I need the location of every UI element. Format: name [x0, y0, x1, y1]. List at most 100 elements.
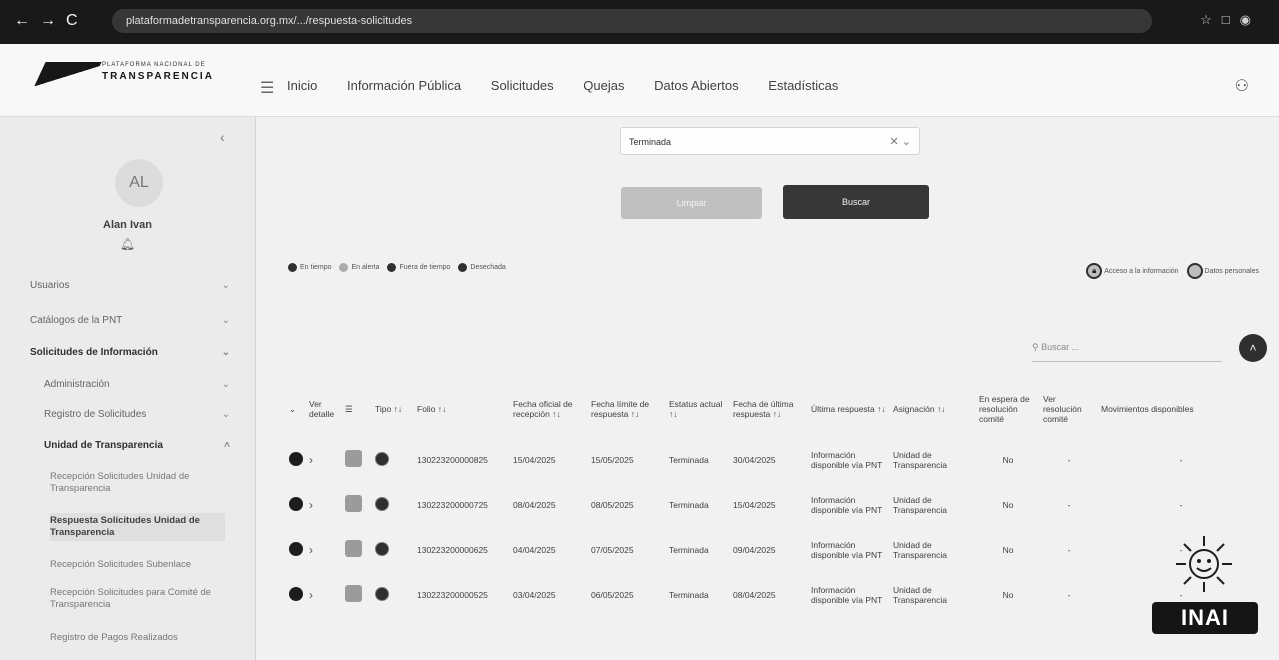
cell-respuesta: Información disponible vía PNT	[811, 449, 883, 470]
cell-folio: 130223200000625	[417, 544, 488, 555]
notifications-bell-icon[interactable]: 🔔︎	[0, 237, 255, 251]
dot-icon	[339, 263, 349, 272]
dot-icon	[288, 263, 297, 272]
type-icon	[375, 496, 389, 511]
status-dot-icon	[289, 586, 303, 601]
chevron-down-icon: ⌄	[221, 347, 230, 358]
pnt-logo[interactable]: PLATAFORMA NACIONAL DE TRANSPARENCIA	[34, 58, 240, 98]
browser-toolbar: ←→C plataformadetransparencia.org.mx/...…	[0, 0, 1279, 44]
menu-item-estadisticas[interactable]: Estadísticas	[768, 78, 838, 93]
header-fecha-ultima[interactable]: Fecha de última respuesta ↑↓	[730, 381, 808, 437]
user-name: Alan Ivan	[103, 219, 152, 231]
sidebar-subitem-recepcion-ut[interactable]: Recepción Solicitudes Unidad de Transpar…	[50, 471, 225, 495]
sidebar-item-solicitudes-informacion[interactable]: Solicitudes de Información ⌄	[30, 347, 230, 358]
document-icon[interactable]	[345, 450, 362, 467]
user-account-icon[interactable]: ⚇	[1235, 76, 1249, 96]
menu-item-quejas[interactable]: Quejas	[583, 78, 624, 93]
sidebar-subitem-registro-pagos[interactable]: Registro de Pagos Realizados	[50, 632, 225, 644]
cell-ultima: 08/04/2025	[733, 589, 776, 600]
header-estatus[interactable]: Estatus actual ↑↓	[666, 381, 730, 437]
person-icon	[1186, 263, 1203, 279]
header-asignacion[interactable]: Asignación ↑↓	[890, 381, 976, 437]
chevron-down-icon: ⌄	[221, 379, 230, 390]
cell-estatus: Terminada	[669, 499, 709, 510]
clear-button[interactable]: Limpiar	[621, 187, 762, 219]
cell-ver-resolucion: -	[1067, 454, 1071, 465]
table-search-input[interactable]: ⚲ Buscar ...	[1032, 333, 1222, 362]
browser-extension-icons[interactable]: ☆□◉	[1200, 12, 1261, 28]
menu-item-informacion-publica[interactable]: Información Pública	[347, 78, 461, 93]
cell-ver-resolucion: -	[1067, 544, 1071, 555]
table-row: › 130223200000825 15/04/2025 15/05/2025 …	[286, 437, 1264, 482]
header-fecha-recepcion[interactable]: Fecha oficial de recepción ↑↓	[510, 381, 588, 437]
chevron-down-icon: ⌄	[221, 315, 230, 326]
cell-folio: 130223200000525	[417, 589, 488, 600]
dot-icon	[458, 263, 468, 272]
menu-item-datos-abiertos[interactable]: Datos Abiertos	[654, 78, 739, 93]
header-movimientos: Movimientos disponibles	[1101, 404, 1194, 414]
header-ultima-respuesta[interactable]: Última respuesta ↑↓	[808, 381, 890, 437]
sidebar-item-label: Unidad de Transparencia	[44, 440, 163, 451]
hamburger-menu-icon[interactable]: ☰	[260, 78, 274, 98]
legend-label: En alerta	[351, 264, 380, 272]
sidebar-item-catalogos[interactable]: Catálogos de la PNT ⌄	[30, 315, 230, 326]
header-tipo[interactable]: Tipo ↑↓	[372, 381, 414, 437]
table-row: › 130223200000525 03/04/2025 06/05/2025 …	[286, 572, 1264, 617]
table-row: › 130223200000725 08/04/2025 08/05/2025 …	[286, 482, 1264, 527]
document-icon[interactable]	[345, 585, 362, 602]
sidebar-item-label: Usuarios	[30, 280, 70, 291]
table-header-row: ⌄ Ver detalle ☰ Tipo ↑↓ Folio ↑↓ Fecha o…	[286, 381, 1264, 437]
search-placeholder: Buscar ...	[1041, 342, 1080, 352]
legend-label: En tiempo	[300, 264, 332, 272]
sidebar-item-administracion[interactable]: Administración ⌄	[44, 379, 230, 390]
sidebar-item-usuarios[interactable]: Usuarios ⌄	[30, 280, 230, 291]
status-dot-icon	[289, 541, 303, 556]
main-content: Terminada ✕ ⌄ Limpiar Buscar En tiempo E…	[256, 117, 1279, 660]
status-legend: En tiempo En alerta Fuera de tiempo Dese…	[288, 263, 512, 272]
cell-estatus: Terminada	[669, 544, 709, 555]
header-espera-comite: En espera de resolución comité	[979, 394, 1030, 424]
expand-row-icon[interactable]: ›	[309, 588, 313, 602]
browser-nav-icons[interactable]: ←→C	[14, 12, 88, 30]
cell-asignacion: Unidad de Transparencia	[893, 449, 948, 470]
expand-row-icon[interactable]: ›	[309, 543, 313, 557]
address-bar[interactable]: plataformadetransparencia.org.mx/.../res…	[112, 9, 1152, 33]
cell-limite: 07/05/2025	[591, 544, 634, 555]
cell-limite: 15/05/2025	[591, 454, 634, 465]
cell-estatus: Terminada	[669, 454, 709, 465]
search-button[interactable]: Buscar	[783, 185, 929, 219]
sidebar-item-registro-solicitudes[interactable]: Registro de Solicitudes ⌄	[44, 409, 230, 420]
logo-mark-icon	[34, 62, 102, 86]
header-folio[interactable]: Folio ↑↓	[414, 381, 510, 437]
collapse-sidebar-icon[interactable]: ‹	[220, 129, 225, 145]
sidebar-subitem-recepcion-subenlace[interactable]: Recepción Solicitudes Subenlace	[50, 559, 225, 571]
site-header: PLATAFORMA NACIONAL DE TRANSPARENCIA ☰ I…	[0, 44, 1279, 117]
header-fecha-limite[interactable]: Fecha límite de respuesta ↑↓	[588, 381, 666, 437]
sidebar-subitem-respuesta-ut[interactable]: Respuesta Solicitudes Unidad de Transpar…	[50, 513, 225, 541]
requests-table: ⌄ Ver detalle ☰ Tipo ↑↓ Folio ↑↓ Fecha o…	[286, 381, 1264, 617]
status-select-value: Terminada	[629, 137, 672, 147]
expand-row-icon[interactable]: ›	[309, 498, 313, 512]
cell-comite: No	[1002, 499, 1014, 510]
cell-ultima: 15/04/2025	[733, 499, 776, 510]
sun-face-icon	[1176, 536, 1232, 592]
sidebar-item-unidad-transparencia[interactable]: Unidad de Transparencia ˄	[44, 440, 230, 451]
cell-recepcion: 04/04/2025	[513, 544, 556, 555]
menu-item-inicio[interactable]: Inicio	[287, 78, 317, 93]
document-icon[interactable]	[345, 540, 362, 557]
avatar: AL	[115, 159, 163, 207]
sidebar-subitem-recepcion-comite[interactable]: Recepción Solicitudes para Comité de Tra…	[50, 587, 225, 611]
legend-label: Acceso a la información	[1104, 267, 1179, 275]
clear-and-chevron-icon[interactable]: ✕ ⌄	[890, 128, 912, 156]
cell-ultima: 30/04/2025	[733, 454, 776, 465]
cell-recepcion: 08/04/2025	[513, 499, 556, 510]
cell-asignacion: Unidad de Transparencia	[893, 539, 948, 560]
legend-label: Datos personales	[1204, 267, 1259, 275]
document-icon[interactable]	[345, 495, 362, 512]
menu-item-solicitudes[interactable]: Solicitudes	[491, 78, 554, 93]
header-ver-resolucion: Ver resolución comité	[1043, 394, 1082, 424]
expand-row-icon[interactable]: ›	[309, 453, 313, 467]
scroll-up-button[interactable]: ˄	[1239, 334, 1267, 362]
main-menu: Inicio Información Pública Solicitudes Q…	[287, 78, 864, 93]
status-select[interactable]: Terminada ✕ ⌄	[620, 127, 920, 155]
